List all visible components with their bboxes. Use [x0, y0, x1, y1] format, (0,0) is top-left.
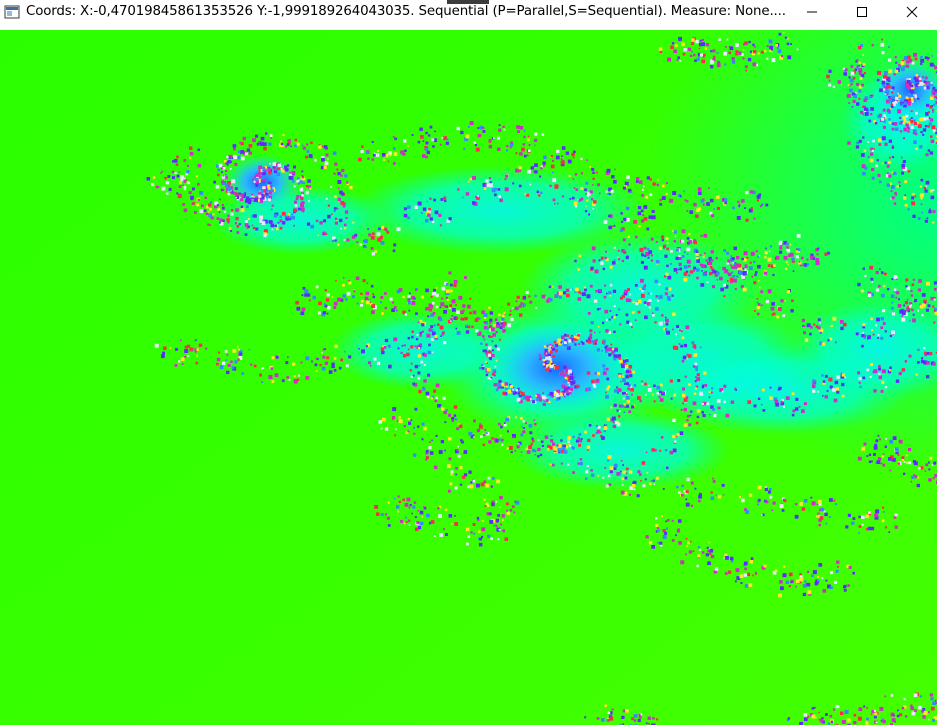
close-button[interactable]: [887, 0, 937, 24]
drag-handle[interactable]: [447, 0, 489, 4]
minimize-button[interactable]: [787, 0, 837, 24]
maximize-icon: [857, 7, 867, 17]
close-icon: [906, 6, 918, 18]
maximize-button[interactable]: [837, 0, 887, 24]
minimize-icon: [807, 11, 817, 13]
fractal-image: [0, 30, 937, 725]
app-icon: [4, 4, 20, 20]
app-window: Coords: X:-0,47019845861353526 Y:-1,9991…: [0, 0, 937, 725]
caption-buttons: [787, 0, 937, 24]
window-title: Coords: X:-0,47019845861353526 Y:-1,9991…: [26, 4, 786, 19]
fractal-canvas[interactable]: [0, 30, 937, 725]
